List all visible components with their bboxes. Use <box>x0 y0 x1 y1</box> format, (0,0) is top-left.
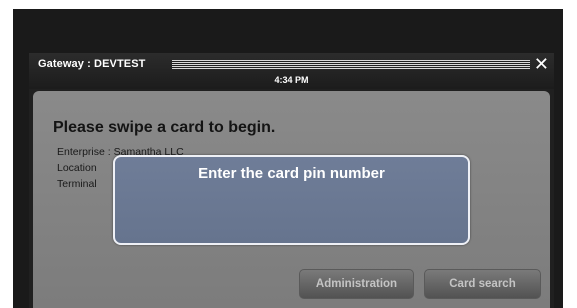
title-bar: Gateway : DEVTEST ✕ 4:34 PM <box>29 53 554 89</box>
window-title: Gateway : DEVTEST <box>38 58 146 70</box>
modal-title: Enter the card pin number <box>198 165 385 182</box>
card-search-button[interactable]: Card search <box>424 269 541 299</box>
terminal-label: Terminal <box>57 178 97 190</box>
title-bar-stripes <box>172 60 530 69</box>
close-icon[interactable]: ✕ <box>534 53 549 75</box>
administration-button[interactable]: Administration <box>299 269 414 299</box>
swipe-prompt: Please swipe a card to begin. <box>53 119 276 136</box>
location-label: Location <box>57 162 97 174</box>
pin-entry-modal[interactable]: Enter the card pin number <box>113 155 470 245</box>
clock-time: 4:34 PM <box>274 75 309 85</box>
